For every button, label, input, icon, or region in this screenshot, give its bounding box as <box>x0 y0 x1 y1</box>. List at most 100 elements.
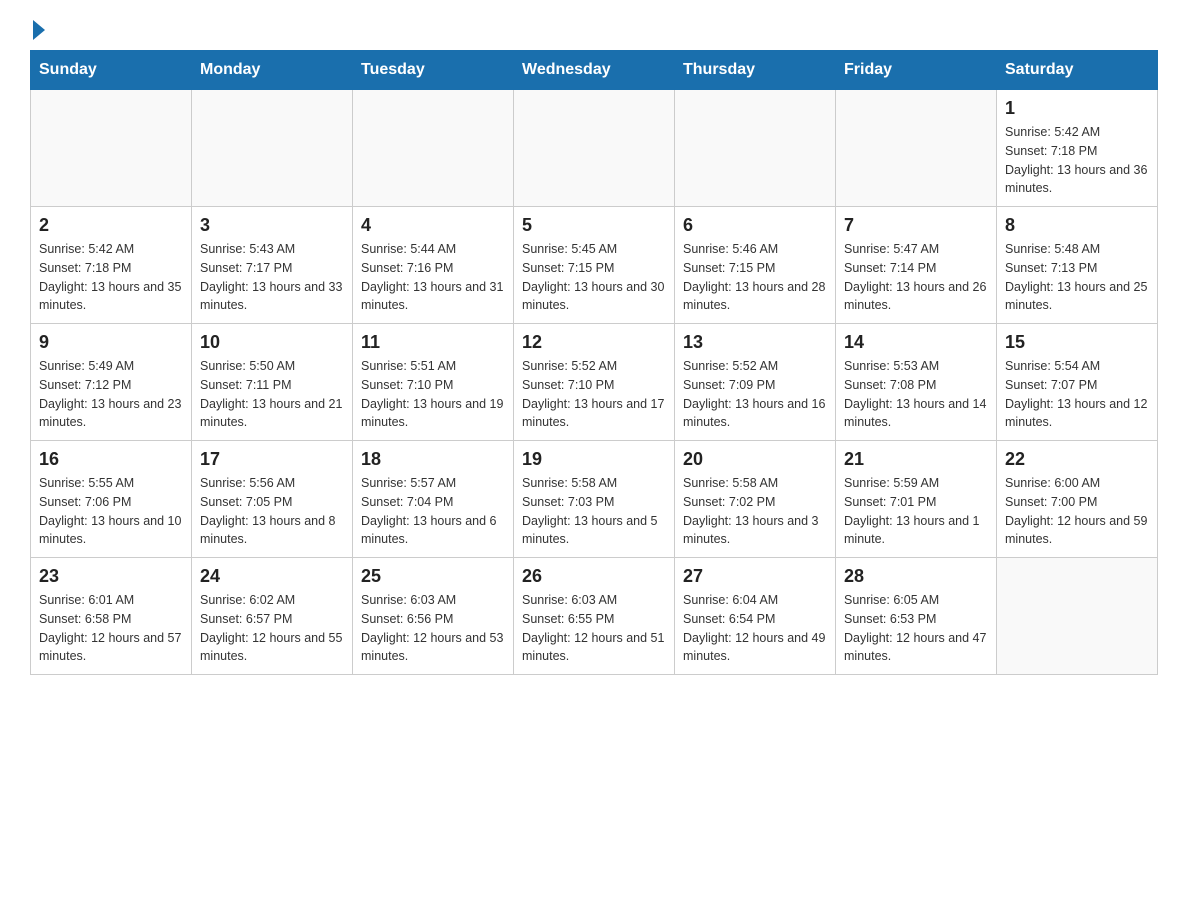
table-row: 15 Sunrise: 5:54 AMSunset: 7:07 PMDayligh… <box>997 324 1158 441</box>
table-row <box>836 90 997 207</box>
page-header <box>30 20 1158 40</box>
calendar-week-row: 23 Sunrise: 6:01 AMSunset: 6:58 PMDayligh… <box>31 558 1158 675</box>
day-number: 19 <box>522 449 666 470</box>
day-info: Sunrise: 5:42 AMSunset: 7:18 PMDaylight:… <box>1005 123 1149 198</box>
col-saturday: Saturday <box>997 51 1158 90</box>
table-row <box>31 90 192 207</box>
calendar-week-row: 1 Sunrise: 5:42 AMSunset: 7:18 PMDaylight… <box>31 90 1158 207</box>
day-info: Sunrise: 6:02 AMSunset: 6:57 PMDaylight:… <box>200 591 344 666</box>
day-number: 1 <box>1005 98 1149 119</box>
day-info: Sunrise: 5:57 AMSunset: 7:04 PMDaylight:… <box>361 474 505 549</box>
day-number: 6 <box>683 215 827 236</box>
day-number: 16 <box>39 449 183 470</box>
day-number: 17 <box>200 449 344 470</box>
table-row: 28 Sunrise: 6:05 AMSunset: 6:53 PMDayligh… <box>836 558 997 675</box>
table-row: 14 Sunrise: 5:53 AMSunset: 7:08 PMDayligh… <box>836 324 997 441</box>
day-info: Sunrise: 5:50 AMSunset: 7:11 PMDaylight:… <box>200 357 344 432</box>
table-row: 9 Sunrise: 5:49 AMSunset: 7:12 PMDaylight… <box>31 324 192 441</box>
calendar-table: Sunday Monday Tuesday Wednesday Thursday… <box>30 50 1158 675</box>
day-info: Sunrise: 5:52 AMSunset: 7:09 PMDaylight:… <box>683 357 827 432</box>
day-info: Sunrise: 6:01 AMSunset: 6:58 PMDaylight:… <box>39 591 183 666</box>
day-number: 7 <box>844 215 988 236</box>
day-number: 15 <box>1005 332 1149 353</box>
table-row: 26 Sunrise: 6:03 AMSunset: 6:55 PMDayligh… <box>514 558 675 675</box>
day-number: 4 <box>361 215 505 236</box>
table-row: 25 Sunrise: 6:03 AMSunset: 6:56 PMDayligh… <box>353 558 514 675</box>
table-row: 12 Sunrise: 5:52 AMSunset: 7:10 PMDayligh… <box>514 324 675 441</box>
col-sunday: Sunday <box>31 51 192 90</box>
day-number: 23 <box>39 566 183 587</box>
table-row <box>997 558 1158 675</box>
day-number: 12 <box>522 332 666 353</box>
day-number: 13 <box>683 332 827 353</box>
col-friday: Friday <box>836 51 997 90</box>
table-row: 13 Sunrise: 5:52 AMSunset: 7:09 PMDayligh… <box>675 324 836 441</box>
day-number: 25 <box>361 566 505 587</box>
table-row: 21 Sunrise: 5:59 AMSunset: 7:01 PMDayligh… <box>836 441 997 558</box>
day-info: Sunrise: 5:53 AMSunset: 7:08 PMDaylight:… <box>844 357 988 432</box>
table-row: 20 Sunrise: 5:58 AMSunset: 7:02 PMDayligh… <box>675 441 836 558</box>
day-info: Sunrise: 6:04 AMSunset: 6:54 PMDaylight:… <box>683 591 827 666</box>
day-number: 26 <box>522 566 666 587</box>
calendar-header: Sunday Monday Tuesday Wednesday Thursday… <box>31 51 1158 90</box>
day-number: 18 <box>361 449 505 470</box>
day-number: 27 <box>683 566 827 587</box>
table-row: 11 Sunrise: 5:51 AMSunset: 7:10 PMDayligh… <box>353 324 514 441</box>
day-number: 2 <box>39 215 183 236</box>
col-tuesday: Tuesday <box>353 51 514 90</box>
calendar-body: 1 Sunrise: 5:42 AMSunset: 7:18 PMDaylight… <box>31 90 1158 675</box>
table-row: 5Sunrise: 5:45 AMSunset: 7:15 PMDaylight… <box>514 207 675 324</box>
table-row: 27 Sunrise: 6:04 AMSunset: 6:54 PMDayligh… <box>675 558 836 675</box>
col-monday: Monday <box>192 51 353 90</box>
day-info: Sunrise: 5:44 AMSunset: 7:16 PMDaylight:… <box>361 240 505 315</box>
table-row: 19 Sunrise: 5:58 AMSunset: 7:03 PMDayligh… <box>514 441 675 558</box>
table-row: 7 Sunrise: 5:47 AMSunset: 7:14 PMDaylight… <box>836 207 997 324</box>
day-info: Sunrise: 5:58 AMSunset: 7:03 PMDaylight:… <box>522 474 666 549</box>
day-number: 14 <box>844 332 988 353</box>
day-info: Sunrise: 5:48 AMSunset: 7:13 PMDaylight:… <box>1005 240 1149 315</box>
header-row: Sunday Monday Tuesday Wednesday Thursday… <box>31 51 1158 90</box>
day-info: Sunrise: 6:03 AMSunset: 6:55 PMDaylight:… <box>522 591 666 666</box>
day-number: 28 <box>844 566 988 587</box>
calendar-week-row: 16 Sunrise: 5:55 AMSunset: 7:06 PMDayligh… <box>31 441 1158 558</box>
day-info: Sunrise: 5:59 AMSunset: 7:01 PMDaylight:… <box>844 474 988 549</box>
table-row: 16 Sunrise: 5:55 AMSunset: 7:06 PMDayligh… <box>31 441 192 558</box>
table-row: 17 Sunrise: 5:56 AMSunset: 7:05 PMDayligh… <box>192 441 353 558</box>
day-info: Sunrise: 5:45 AMSunset: 7:15 PMDaylight:… <box>522 240 666 315</box>
day-number: 24 <box>200 566 344 587</box>
day-info: Sunrise: 5:55 AMSunset: 7:06 PMDaylight:… <box>39 474 183 549</box>
table-row: 18 Sunrise: 5:57 AMSunset: 7:04 PMDayligh… <box>353 441 514 558</box>
col-thursday: Thursday <box>675 51 836 90</box>
day-info: Sunrise: 5:47 AMSunset: 7:14 PMDaylight:… <box>844 240 988 315</box>
calendar-week-row: 9 Sunrise: 5:49 AMSunset: 7:12 PMDaylight… <box>31 324 1158 441</box>
day-number: 8 <box>1005 215 1149 236</box>
table-row <box>675 90 836 207</box>
day-number: 3 <box>200 215 344 236</box>
table-row: 8 Sunrise: 5:48 AMSunset: 7:13 PMDaylight… <box>997 207 1158 324</box>
table-row: 3 Sunrise: 5:43 AMSunset: 7:17 PMDaylight… <box>192 207 353 324</box>
table-row: 4 Sunrise: 5:44 AMSunset: 7:16 PMDaylight… <box>353 207 514 324</box>
day-info: Sunrise: 5:58 AMSunset: 7:02 PMDaylight:… <box>683 474 827 549</box>
day-info: Sunrise: 6:03 AMSunset: 6:56 PMDaylight:… <box>361 591 505 666</box>
day-info: Sunrise: 5:56 AMSunset: 7:05 PMDaylight:… <box>200 474 344 549</box>
day-info: Sunrise: 5:49 AMSunset: 7:12 PMDaylight:… <box>39 357 183 432</box>
table-row: 2 Sunrise: 5:42 AMSunset: 7:18 PMDaylight… <box>31 207 192 324</box>
day-number: 20 <box>683 449 827 470</box>
day-info: Sunrise: 5:52 AMSunset: 7:10 PMDaylight:… <box>522 357 666 432</box>
day-info: Sunrise: 5:51 AMSunset: 7:10 PMDaylight:… <box>361 357 505 432</box>
logo-triangle-icon <box>33 20 45 40</box>
day-number: 10 <box>200 332 344 353</box>
calendar-week-row: 2 Sunrise: 5:42 AMSunset: 7:18 PMDaylight… <box>31 207 1158 324</box>
table-row <box>353 90 514 207</box>
day-number: 22 <box>1005 449 1149 470</box>
day-info: Sunrise: 5:42 AMSunset: 7:18 PMDaylight:… <box>39 240 183 315</box>
day-number: 11 <box>361 332 505 353</box>
day-info: Sunrise: 6:05 AMSunset: 6:53 PMDaylight:… <box>844 591 988 666</box>
day-info: Sunrise: 5:54 AMSunset: 7:07 PMDaylight:… <box>1005 357 1149 432</box>
logo <box>30 20 48 40</box>
table-row: 22Sunrise: 6:00 AMSunset: 7:00 PMDayligh… <box>997 441 1158 558</box>
day-info: Sunrise: 5:43 AMSunset: 7:17 PMDaylight:… <box>200 240 344 315</box>
day-number: 9 <box>39 332 183 353</box>
table-row <box>192 90 353 207</box>
day-number: 21 <box>844 449 988 470</box>
